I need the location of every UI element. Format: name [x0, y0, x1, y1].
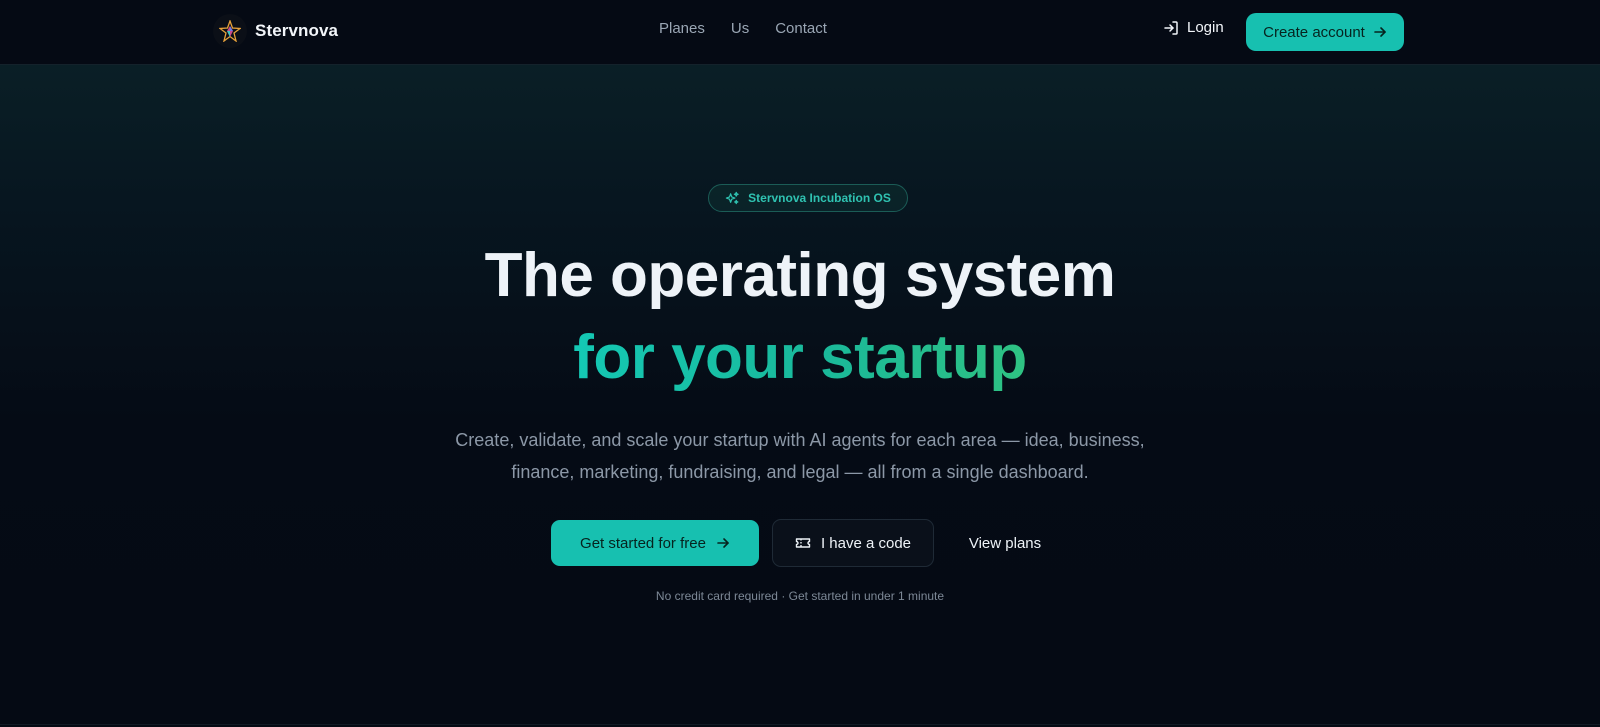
- hero-headline: The operating system: [484, 241, 1116, 310]
- top-navbar: Stervnova Planes Us Contact Login Create…: [0, 0, 1600, 65]
- sparkles-icon: [725, 191, 740, 206]
- brand[interactable]: Stervnova: [213, 14, 338, 48]
- view-plans-button[interactable]: View plans: [950, 520, 1060, 566]
- ticket-icon: [795, 536, 811, 550]
- star-gem-logo-icon: [213, 14, 247, 48]
- login-arrow-icon: [1163, 20, 1179, 36]
- hero-headline-accent: for your startup: [0, 322, 1600, 394]
- section-divider: [0, 724, 1600, 725]
- hero-subtitle: Create, validate, and scale your startup…: [0, 424, 1600, 488]
- hero-badge-label: Stervnova Incubation OS: [748, 191, 891, 205]
- arrow-right-icon: [1373, 25, 1387, 39]
- main-nav: Planes Us Contact: [659, 20, 827, 37]
- nav-link-us[interactable]: Us: [731, 20, 749, 37]
- brand-name: Stervnova: [255, 21, 339, 40]
- get-started-button[interactable]: Get started for free: [551, 520, 759, 566]
- nav-link-contact[interactable]: Contact: [775, 20, 827, 37]
- hero-badge: Stervnova Incubation OS: [708, 184, 908, 212]
- have-code-button[interactable]: I have a code: [772, 519, 934, 567]
- create-account-button[interactable]: Create account: [1246, 13, 1404, 51]
- arrow-right-icon: [716, 536, 730, 550]
- login-label: Login: [1187, 19, 1224, 36]
- get-started-label: Get started for free: [580, 534, 706, 552]
- have-code-label: I have a code: [820, 534, 912, 552]
- login-button[interactable]: Login: [1163, 19, 1224, 36]
- hero-subtitle-line: finance, marketing, fundraising, and leg…: [511, 462, 1089, 482]
- hero-headline-accent-text: for your startup: [573, 323, 1027, 392]
- hero-subtitle-line: Create, validate, and scale your startup…: [455, 430, 1145, 450]
- hero-fineprint: No credit card required · Get started in…: [655, 589, 945, 603]
- nav-link-planes[interactable]: Planes: [659, 20, 705, 37]
- landing-page: Stervnova Planes Us Contact Login Create…: [0, 0, 1600, 727]
- create-account-label: Create account: [1263, 23, 1365, 41]
